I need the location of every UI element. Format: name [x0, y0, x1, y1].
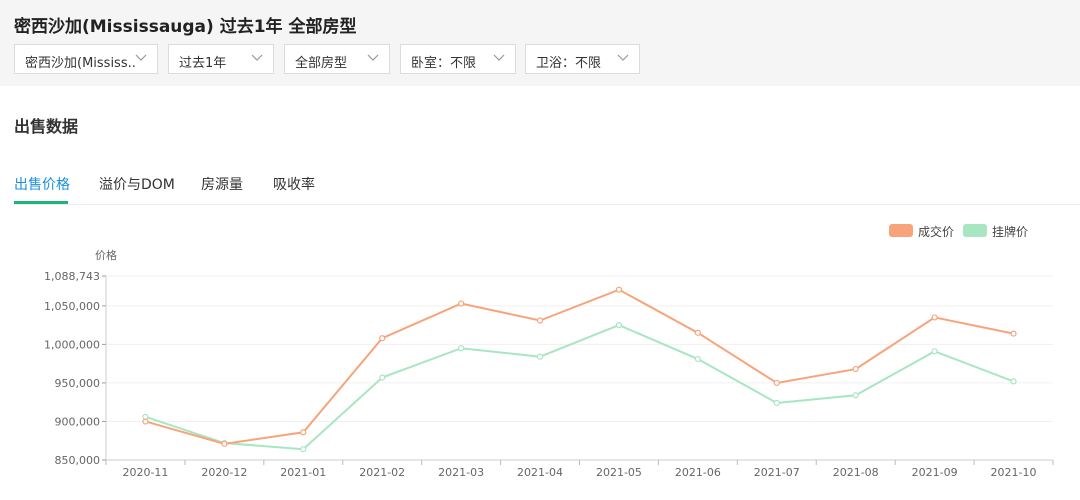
x-tick-label: 2021-03	[438, 466, 484, 479]
filter-panel: 密西沙加(Mississauga) 过去1年 全部房型 密西沙加(Mississ…	[0, 0, 1080, 86]
list-price-line	[145, 324, 1014, 451]
sold-price-line	[145, 288, 1014, 445]
x-tick-label: 2021-02	[359, 466, 405, 479]
list-price-point[interactable]	[852, 392, 859, 399]
x-tick-label: 2021-05	[596, 466, 642, 479]
property-type-dropdown-label: 全部房型	[295, 56, 348, 71]
x-tick-label: 2021-06	[675, 466, 721, 479]
y-axis-label: 价格	[95, 248, 117, 262]
chevron-down-icon	[135, 54, 147, 61]
x-tick-label: 2020-12	[201, 466, 247, 479]
tab-absorption-rate[interactable]: 吸收率	[273, 174, 315, 194]
legend-swatch-sold	[889, 224, 913, 237]
tab-bar: 出售价格 溢价与DOM 房源量 吸收率	[14, 172, 1080, 205]
tab-listing-volume[interactable]: 房源量	[201, 174, 243, 194]
legend-swatch-list	[963, 224, 987, 237]
sold-price-point[interactable]	[773, 379, 780, 387]
line-chart: 价格 850,000 900,000 950,000 1,000,000 1,050,00…	[44, 248, 1054, 479]
x-tick-label: 2021-08	[833, 466, 879, 479]
sold-price-point[interactable]	[694, 329, 701, 336]
y-tick-label: 900,000	[55, 415, 101, 428]
bathroom-dropdown[interactable]: 卫浴：不限	[525, 44, 640, 74]
bedroom-dropdown-label: 卧室：不限	[411, 56, 477, 71]
chevron-down-icon	[367, 54, 379, 61]
y-tick-label: 850,000	[55, 454, 101, 467]
chevron-down-icon	[251, 54, 263, 61]
list-price-point[interactable]	[300, 446, 307, 453]
period-dropdown-label: 过去1年	[179, 56, 227, 71]
section-title: 出售数据	[14, 117, 79, 136]
x-tick-label: 2021-07	[754, 466, 800, 479]
list-price-point[interactable]	[773, 399, 780, 407]
sold-price-point[interactable]	[142, 418, 149, 425]
list-price-point[interactable]	[458, 345, 465, 352]
sold-price-point[interactable]	[1010, 330, 1017, 337]
legend-label-sold: 成交价	[918, 225, 955, 239]
legend-label-list: 挂牌价	[992, 225, 1029, 239]
list-price-point[interactable]	[931, 348, 938, 355]
bedroom-dropdown[interactable]: 卧室：不限	[400, 44, 516, 74]
city-dropdown-label: 密西沙加(Mississ...	[25, 56, 137, 71]
chevron-down-icon	[493, 54, 505, 61]
sold-price-point[interactable]	[852, 365, 859, 373]
y-tick-label: 1,000,000	[44, 338, 100, 351]
tab-sale-price[interactable]: 出售价格	[14, 174, 70, 194]
y-tick-label: 1,088,743	[44, 270, 100, 283]
x-tick-label: 2021-10	[991, 466, 1037, 479]
x-tick-label: 2021-01	[280, 466, 326, 479]
sold-price-point[interactable]	[221, 440, 228, 447]
sold-price-point[interactable]	[615, 286, 623, 293]
chevron-down-icon	[617, 54, 629, 61]
list-price-point[interactable]	[536, 353, 544, 360]
list-price-point[interactable]	[379, 374, 386, 381]
active-tab-indicator	[14, 201, 68, 204]
property-type-dropdown[interactable]: 全部房型	[284, 44, 390, 74]
list-price-point[interactable]	[694, 355, 701, 363]
tab-premium-dom[interactable]: 溢价与DOM	[99, 174, 175, 194]
sold-price-point[interactable]	[300, 429, 307, 436]
period-dropdown[interactable]: 过去1年	[168, 44, 274, 74]
x-tick-label: 2021-04	[517, 466, 563, 479]
page-title: 密西沙加(Mississauga) 过去1年 全部房型	[14, 17, 357, 37]
x-tick-label: 2021-09	[912, 466, 958, 479]
sold-price-point[interactable]	[536, 317, 544, 324]
list-price-point[interactable]	[1010, 378, 1017, 385]
x-tick-label: 2020-11	[122, 466, 168, 479]
y-tick-label: 1,050,000	[44, 300, 100, 313]
city-dropdown[interactable]: 密西沙加(Mississ...	[14, 44, 158, 74]
sold-price-point[interactable]	[931, 314, 938, 321]
y-tick-label: 950,000	[55, 377, 101, 390]
bathroom-dropdown-label: 卫浴：不限	[536, 56, 602, 71]
list-price-point[interactable]	[615, 322, 623, 329]
sold-price-point[interactable]	[458, 300, 465, 307]
sold-price-point[interactable]	[379, 335, 386, 342]
